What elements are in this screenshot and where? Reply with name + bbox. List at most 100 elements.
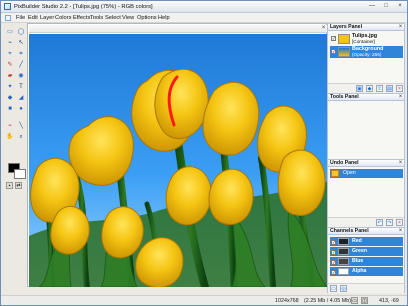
hand-icon[interactable]: ✋ xyxy=(5,132,15,142)
actual-size-icon[interactable]: ◫ xyxy=(361,297,368,304)
fill-icon[interactable]: ◆ xyxy=(5,93,15,103)
layer-properties-icon[interactable]: ◆ xyxy=(366,85,373,92)
status-bar: 1024x768 (2.25 Mb / 4.05 Mb) ▭ ◫ 413, -6… xyxy=(1,295,407,305)
layer-visibility-checkbox[interactable]: ✓ xyxy=(331,49,336,54)
delete-layer-icon[interactable]: × xyxy=(396,85,403,92)
menu-view[interactable]: View xyxy=(122,15,134,22)
document-tab-bar: × xyxy=(29,25,327,33)
menu-file[interactable]: File xyxy=(16,15,25,22)
undo-history-item[interactable]: Open xyxy=(330,169,403,178)
title-bar: PixBuilder Studio 2.2 - [Tulips.jpg (75%… xyxy=(1,1,407,13)
layers-panel-toolbar: ▣ ◆ ⇧ ▤ × xyxy=(328,83,404,93)
menu-tools[interactable]: Tools xyxy=(90,15,103,22)
clone-icon[interactable]: ◉ xyxy=(16,71,26,81)
channels-panel: Channels Panel × ✓ Red ✓ Green ✓ Blue ✓ … xyxy=(327,227,405,293)
toolbox: ▭ ◯ ⌁ ↖ ⌖ ⌗ ✎ ╱ ▰ ◉ ✦ T ◆ ◢ ■ ● ⌁ ╲ ✋ ⌕ … xyxy=(3,25,26,189)
channels-panel-toolbar: ▭ ◎ xyxy=(328,283,404,293)
fit-window-icon[interactable]: ▭ xyxy=(351,297,358,304)
gradient-icon[interactable]: ◢ xyxy=(16,93,26,103)
layer-visibility-checkbox[interactable]: ✓ xyxy=(331,36,336,41)
image-canvas[interactable] xyxy=(29,34,327,287)
blue-channel-thumbnail xyxy=(338,258,349,265)
new-layer-icon[interactable]: ▣ xyxy=(356,85,363,92)
menu-options[interactable]: Options xyxy=(137,15,157,22)
channels-panel-close-button[interactable]: × xyxy=(398,228,403,234)
channel-name: Alpha xyxy=(352,268,367,274)
tools-panel-header: Tools Panel × xyxy=(328,94,404,101)
lasso-icon[interactable]: ⌁ xyxy=(5,38,15,48)
layer-row-container[interactable]: ✓ Tulips.jpg [Container] xyxy=(330,33,403,45)
ellipse-select-icon[interactable]: ◯ xyxy=(16,27,26,37)
eraser-icon[interactable]: ▰ xyxy=(5,71,15,81)
channel-row-green[interactable]: ✓ Green xyxy=(330,247,403,256)
blue-channel-checkbox[interactable]: ✓ xyxy=(331,260,336,265)
clear-history-icon[interactable]: × xyxy=(396,219,403,226)
layers-panel-close-button[interactable]: × xyxy=(398,24,403,30)
save-selection-icon[interactable]: ◎ xyxy=(340,285,347,292)
layer-row-background[interactable]: ✓ Background (Opacity: 256) xyxy=(330,46,403,58)
zoom-icon[interactable]: ⌕ xyxy=(16,132,26,142)
app-window: PixBuilder Studio 2.2 - [Tulips.jpg (75%… xyxy=(0,0,408,306)
green-channel-thumbnail xyxy=(338,248,349,255)
channel-row-alpha[interactable]: ✓ Alpha xyxy=(330,267,403,276)
document-window: × xyxy=(27,23,327,287)
default-colors-icon[interactable]: ▪ xyxy=(6,182,13,189)
layer-subtitle: (Opacity: 256) xyxy=(352,52,382,57)
selection-icon[interactable]: ▭ xyxy=(5,27,15,37)
undo-panel-close-button[interactable]: × xyxy=(398,160,403,166)
menu-bar: File Edit Layer Colors Effects Tools Sel… xyxy=(1,13,407,23)
redo-step-icon[interactable]: ↷ xyxy=(386,219,393,226)
swap-colors-icon[interactable]: ⇄ xyxy=(15,182,22,189)
red-channel-checkbox[interactable]: ✓ xyxy=(331,240,336,245)
duplicate-layer-icon[interactable]: ▤ xyxy=(386,85,393,92)
document-close-button[interactable]: × xyxy=(320,25,327,32)
image-dimensions: 1024x768 xyxy=(275,298,299,304)
menu-effects[interactable]: Effects xyxy=(73,15,90,22)
alpha-channel-thumbnail xyxy=(338,268,349,275)
menu-help[interactable]: Help xyxy=(158,15,170,22)
tools-panel-title: Tools Panel xyxy=(330,94,359,100)
undo-step-icon[interactable]: ↶ xyxy=(376,219,383,226)
red-channel-thumbnail xyxy=(338,238,349,245)
undo-panel-header: Undo Panel × xyxy=(328,160,404,167)
crop-icon[interactable]: ⌗ xyxy=(16,49,26,59)
layer-subtitle: [Container] xyxy=(352,39,375,44)
layers-panel: Layers Panel × ✓ Tulips.jpg [Container] … xyxy=(327,23,405,93)
channel-options-icon[interactable]: ▭ xyxy=(330,285,337,292)
smudge-icon[interactable]: ✦ xyxy=(5,82,15,92)
app-window-icon xyxy=(4,3,11,10)
maximize-button[interactable]: □ xyxy=(381,3,391,10)
memory-usage: (2.25 Mb / 4.05 Mb) xyxy=(304,298,352,304)
pen-icon[interactable]: ╲ xyxy=(16,121,26,131)
background-color-swatch[interactable] xyxy=(14,169,26,179)
undo-panel-title: Undo Panel xyxy=(330,160,359,166)
ellipse-shape-icon[interactable]: ● xyxy=(16,104,26,114)
pencil-icon[interactable]: ✎ xyxy=(5,60,15,70)
menu-edit[interactable]: Edit xyxy=(28,15,38,22)
close-button[interactable]: × xyxy=(395,3,405,10)
minimize-button[interactable]: — xyxy=(367,3,377,10)
menu-colors[interactable]: Colors xyxy=(55,15,71,22)
open-file-icon xyxy=(331,170,339,177)
channel-name: Blue xyxy=(352,258,364,264)
menu-select[interactable]: Select xyxy=(105,15,121,22)
channel-name: Green xyxy=(352,248,367,254)
tools-panel: Tools Panel × xyxy=(327,93,405,163)
menu-layer[interactable]: Layer xyxy=(40,15,54,22)
move-layer-icon[interactable]: ⇧ xyxy=(376,85,383,92)
channel-row-red[interactable]: ✓ Red xyxy=(330,237,403,246)
brush-icon[interactable]: ╱ xyxy=(16,60,26,70)
window-title: PixBuilder Studio 2.2 - [Tulips.jpg (75%… xyxy=(14,4,153,10)
undo-panel-toolbar: ↶ ↷ × xyxy=(328,217,404,227)
rectangle-shape-icon[interactable]: ■ xyxy=(5,104,15,114)
move-icon[interactable]: ↖ xyxy=(16,38,26,48)
text-icon[interactable]: T xyxy=(16,82,26,92)
magic-wand-icon[interactable]: ⌖ xyxy=(5,49,15,59)
channel-name: Red xyxy=(352,238,362,244)
eyedropper-icon[interactable]: ⌁ xyxy=(5,121,15,131)
channel-row-blue[interactable]: ✓ Blue xyxy=(330,257,403,266)
tools-panel-close-button[interactable]: × xyxy=(398,94,403,100)
undo-history-label: Open xyxy=(343,170,356,176)
green-channel-checkbox[interactable]: ✓ xyxy=(331,250,336,255)
alpha-channel-checkbox[interactable]: ✓ xyxy=(331,270,336,275)
